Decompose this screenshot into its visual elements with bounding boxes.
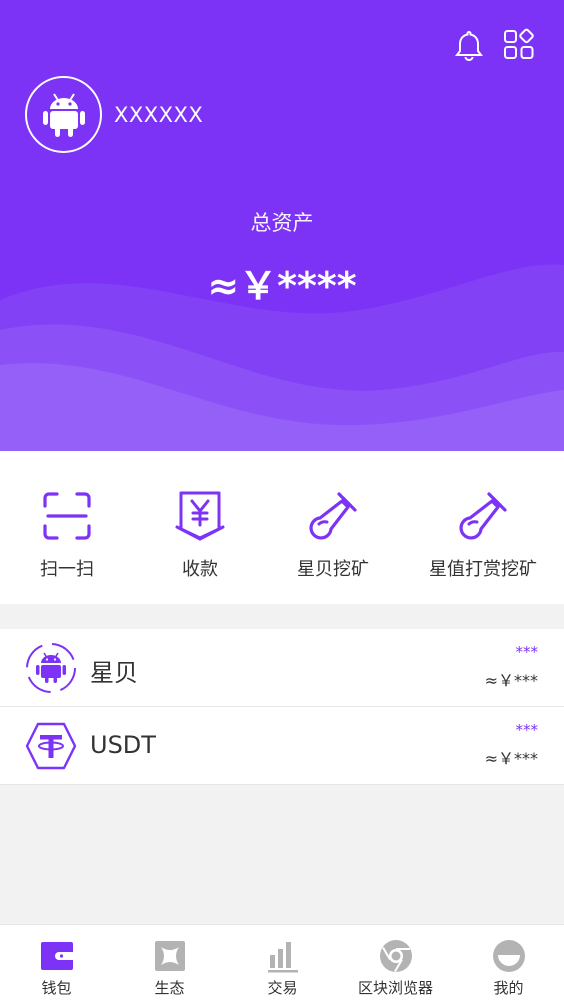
xingbei-mining-label: 星贝挖矿 xyxy=(297,559,369,580)
wallet-icon xyxy=(40,942,73,970)
bottom-tab-bar: 钱包 生态 交易 区块浏览器 我的 xyxy=(0,924,564,1002)
profile-icon xyxy=(492,940,525,972)
list-item[interactable]: USDT *** ≈￥*** xyxy=(0,707,564,785)
coin-amount: *** xyxy=(515,643,539,661)
android-icon xyxy=(42,92,85,137)
tether-icon xyxy=(25,722,77,770)
chart-bars-icon xyxy=(267,942,298,973)
tab-ecosystem-label: 生态 xyxy=(154,979,185,997)
tab-trade[interactable]: 交易 xyxy=(226,925,339,1002)
tab-profile[interactable]: 我的 xyxy=(452,925,564,1002)
tab-block-explorer-label: 区块浏览器 xyxy=(357,979,433,997)
xingbei-mining-action[interactable]: 星贝挖矿 xyxy=(288,451,378,604)
tip-mining-label: 星值打赏挖矿 xyxy=(429,559,537,580)
receive-icon xyxy=(175,491,225,541)
tab-profile-label: 我的 xyxy=(493,979,524,997)
total-assets-label: 总资产 xyxy=(250,211,314,235)
total-assets-value[interactable]: ≈￥**** xyxy=(0,255,564,310)
tab-ecosystem[interactable]: 生态 xyxy=(113,925,226,1002)
avatar[interactable] xyxy=(25,76,102,153)
coin-value: ≈￥*** xyxy=(484,749,538,768)
tip-mining-action[interactable]: 星值打赏挖矿 xyxy=(428,451,538,604)
scan-icon xyxy=(43,492,91,540)
quick-actions: 扫一扫 收款 星贝挖矿 星值打赏挖矿 xyxy=(0,451,564,604)
apps-grid-icon[interactable] xyxy=(502,28,536,62)
browser-icon xyxy=(379,940,412,973)
username: XXXXXX xyxy=(114,103,204,127)
asset-list: 星贝 *** ≈￥*** USDT *** ≈￥*** xyxy=(0,629,564,785)
scan-label: 扫一扫 xyxy=(40,559,94,580)
coin-name: 星贝 xyxy=(90,659,138,687)
scan-action[interactable]: 扫一扫 xyxy=(22,451,112,604)
tab-block-explorer[interactable]: 区块浏览器 xyxy=(339,925,452,1002)
ecosystem-icon xyxy=(154,941,185,971)
coin-value: ≈￥*** xyxy=(484,671,538,690)
mining-icon xyxy=(309,492,357,540)
android-coin-icon xyxy=(26,643,76,693)
tab-wallet-label: 钱包 xyxy=(41,979,72,997)
receive-action[interactable]: 收款 xyxy=(155,451,245,604)
mining-icon xyxy=(459,492,507,540)
coin-name: USDT xyxy=(90,731,156,759)
tab-trade-label: 交易 xyxy=(267,979,298,997)
tab-wallet[interactable]: 钱包 xyxy=(0,925,113,1002)
list-item[interactable]: 星贝 *** ≈￥*** xyxy=(0,629,564,707)
wallet-header: XXXXXX 总资产 ≈￥**** xyxy=(0,0,564,451)
bell-icon[interactable] xyxy=(452,28,486,62)
receive-label: 收款 xyxy=(182,559,218,580)
coin-amount: *** xyxy=(515,721,539,739)
